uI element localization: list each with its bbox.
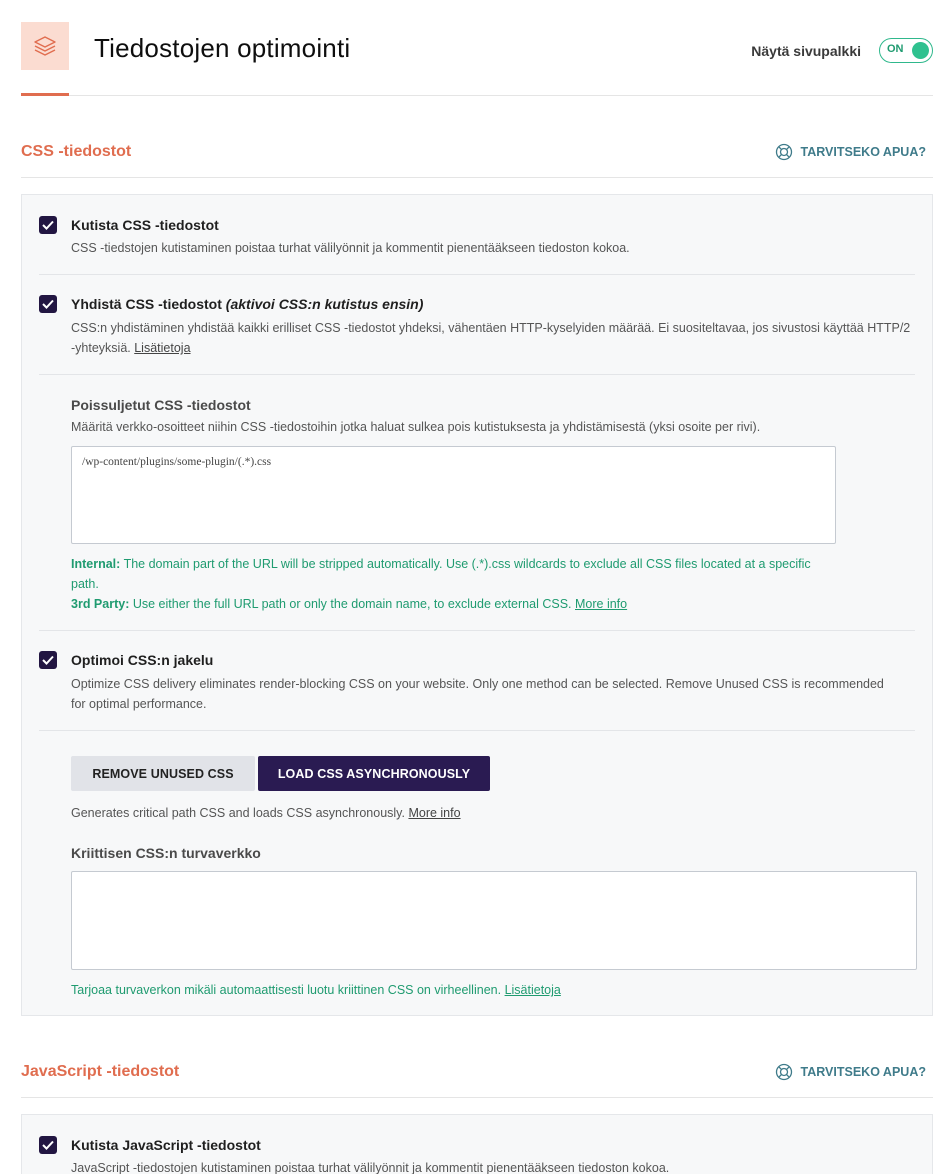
layers-icon [21, 22, 69, 70]
divider [39, 630, 915, 631]
excluded-css-help: Internal: The domain part of the URL wil… [71, 557, 811, 611]
check-icon [42, 220, 54, 230]
minify-css-checkbox[interactable] [39, 216, 57, 234]
combine-more-link[interactable]: Lisätietoja [134, 341, 190, 355]
help-text: TARVITSEKO APUA? [800, 145, 926, 159]
excluded-css-title: Poissuljetut CSS -tiedostot [71, 397, 251, 413]
css-section-title: CSS -tiedostot [21, 143, 132, 160]
minify-js-option: Kutista JavaScript -tiedostot JavaScript… [39, 1136, 915, 1174]
optimize-delivery-label: Optimoi CSS:n jakelu [71, 652, 214, 668]
minify-css-label: Kutista CSS -tiedostot [71, 217, 219, 233]
minify-js-checkbox[interactable] [39, 1136, 57, 1154]
combine-css-checkbox[interactable] [39, 295, 57, 313]
excluded-css-desc: Määritä verkko-osoitteet niihin CSS -tie… [71, 420, 761, 434]
css-section-header: CSS -tiedostot TARVITSEKO APUA? [21, 138, 933, 178]
minify-css-desc: CSS -tiedstojen kutistaminen poistaa tur… [71, 241, 630, 255]
css-settings-panel: Kutista CSS -tiedostot CSS -tiedstojen k… [21, 194, 933, 1016]
method-desc: Generates critical path CSS and loads CS… [71, 806, 461, 820]
combine-css-desc-line1: CSS:n yhdistäminen yhdistää kaikki erill… [71, 321, 911, 335]
sidebar-toggle[interactable]: ON [879, 38, 933, 63]
check-icon [42, 299, 54, 309]
combine-css-option: Yhdistä CSS -tiedostot (aktivoi CSS:n ku… [39, 295, 915, 365]
minify-css-option: Kutista CSS -tiedostot CSS -tiedstojen k… [39, 216, 915, 266]
minify-js-desc: JavaScript -tiedostojen kutistaminen poi… [71, 1161, 670, 1174]
active-tab-underline [21, 93, 69, 96]
help-text: TARVITSEKO APUA? [800, 1065, 926, 1079]
js-section-header: JavaScript -tiedostot TARVITSEKO APUA? [21, 1058, 933, 1098]
method-more-info-link[interactable]: More info [408, 806, 460, 820]
optimize-delivery-checkbox[interactable] [39, 651, 57, 669]
third-party-more-info-link[interactable]: More info [575, 597, 627, 611]
safelist-more-link[interactable]: Lisätietoja [505, 983, 561, 997]
js-settings-panel: Kutista JavaScript -tiedostot JavaScript… [21, 1114, 933, 1174]
critical-css-safelist-note: Tarjoaa turvaverkon mikäli automaattises… [71, 983, 561, 997]
check-icon [42, 1140, 54, 1150]
excluded-css-input[interactable] [71, 446, 836, 544]
divider [39, 730, 915, 731]
combine-css-desc: CSS:n yhdistäminen yhdistää kaikki erill… [71, 318, 931, 358]
page-header: Tiedostojen optimointi Näytä sivupalkki … [21, 22, 933, 96]
minify-js-label: Kutista JavaScript -tiedostot [71, 1137, 261, 1153]
divider [39, 374, 915, 375]
css-help-link[interactable]: TARVITSEKO APUA? [775, 143, 926, 161]
js-help-link[interactable]: TARVITSEKO APUA? [775, 1063, 926, 1081]
combine-css-desc-line2: -yhteyksiä. Lisätietoja [71, 341, 191, 355]
critical-css-safelist-title: Kriittisen CSS:n turvaverkko [71, 845, 261, 861]
combine-css-label-note: (aktivoi CSS:n kutistus ensin) [225, 296, 424, 312]
remove-unused-css-button[interactable]: REMOVE UNUSED CSS [71, 756, 255, 791]
page-title: Tiedostojen optimointi [94, 33, 351, 63]
sidebar-toggle-label: Näytä sivupalkki [751, 43, 861, 59]
toggle-knob [912, 42, 929, 59]
critical-css-safelist-input[interactable] [71, 871, 917, 970]
check-icon [42, 655, 54, 665]
combine-css-label-text: Yhdistä CSS -tiedostot [71, 296, 222, 312]
combine-css-label: Yhdistä CSS -tiedostot (aktivoi CSS:n ku… [71, 296, 423, 312]
lifebuoy-icon [775, 143, 792, 161]
lifebuoy-icon [775, 1063, 792, 1081]
optimize-css-delivery-option: Optimoi CSS:n jakelu Optimize CSS delive… [39, 651, 915, 721]
load-css-async-button[interactable]: LOAD CSS ASYNCHRONOUSLY [258, 756, 490, 791]
divider [39, 274, 915, 275]
toggle-state-text: ON [887, 43, 904, 55]
optimize-delivery-desc: Optimize CSS delivery eliminates render-… [71, 677, 884, 711]
js-section-title: JavaScript -tiedostot [21, 1063, 180, 1080]
